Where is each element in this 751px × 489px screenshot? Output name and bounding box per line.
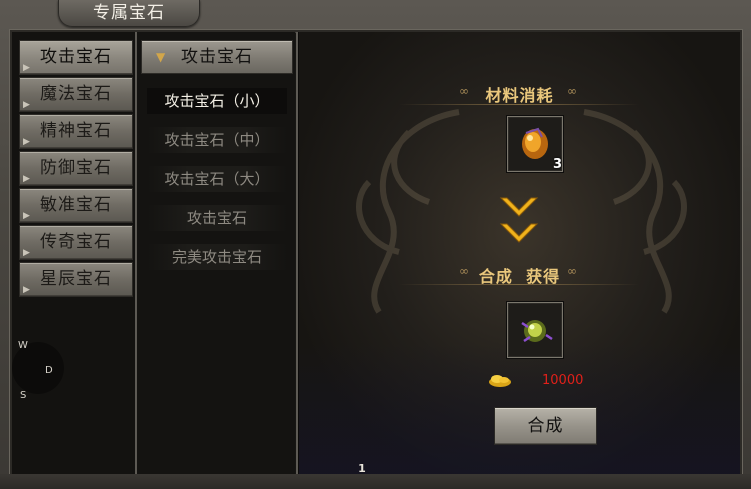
result-title: 合成 获得 bbox=[478, 267, 561, 286]
category-spirit-gem[interactable]: ▶ 精神宝石 bbox=[19, 114, 133, 149]
material-title: 材料消耗 bbox=[485, 86, 554, 105]
content-frame: ▶ 攻击宝石 ▶ 魔法宝石 ▶ 精神宝石 ▶ 防御宝石 ▶ 敏准宝石 ▶ 传奇宝… bbox=[10, 30, 742, 478]
gem-list-item[interactable]: 攻击宝石（小） bbox=[147, 88, 287, 114]
gem-list-column: ▼ 攻击宝石 攻击宝石（小） 攻击宝石（中） 攻击宝石（大） 攻击宝石 完美攻击… bbox=[137, 32, 295, 476]
gold-ingot-icon bbox=[489, 375, 511, 387]
craft-button[interactable]: 合成 bbox=[494, 407, 597, 445]
gem-list-item[interactable]: 攻击宝石（大） bbox=[147, 166, 287, 192]
compass-s: S bbox=[20, 390, 27, 401]
gem-list-item[interactable]: 攻击宝石 bbox=[147, 205, 287, 231]
category-label: 传奇宝石 bbox=[40, 232, 112, 252]
material-slot[interactable]: 3 bbox=[507, 116, 563, 172]
gem-list-header[interactable]: ▼ 攻击宝石 bbox=[141, 40, 293, 74]
category-label: 攻击宝石 bbox=[40, 47, 112, 67]
chevron-right-icon: ▶ bbox=[23, 285, 31, 295]
result-slot[interactable] bbox=[507, 302, 563, 358]
compass-w: W bbox=[18, 340, 28, 351]
green-gem-icon bbox=[521, 320, 553, 343]
compass-overlay: W D S bbox=[12, 332, 72, 412]
category-legend-gem[interactable]: ▶ 传奇宝石 bbox=[19, 225, 133, 260]
gem-list-header-label: 攻击宝石 bbox=[181, 47, 253, 67]
gem-list-item[interactable]: 完美攻击宝石 bbox=[147, 244, 287, 270]
window-bottom-edge bbox=[0, 474, 751, 489]
category-label: 精神宝石 bbox=[40, 121, 112, 141]
craft-cost-value: 10000 bbox=[542, 373, 584, 388]
gem-list-item[interactable]: 攻击宝石（中） bbox=[147, 127, 287, 153]
compass-d: D bbox=[45, 365, 53, 376]
craft-detail-panel: ∞ ∞ 材料消耗 3 ∞ ∞ 合成 获得 10000 合成 bbox=[299, 32, 740, 476]
category-attack-gem[interactable]: ▶ 攻击宝石 bbox=[19, 40, 133, 75]
expand-arrow-icon: ▼ bbox=[156, 50, 167, 64]
category-column: ▶ 攻击宝石 ▶ 魔法宝石 ▶ 精神宝石 ▶ 防御宝石 ▶ 敏准宝石 ▶ 传奇宝… bbox=[12, 32, 135, 476]
category-label: 敏准宝石 bbox=[40, 195, 112, 215]
gem-craft-window: 专属宝石 ▶ 攻击宝石 ▶ 魔法宝石 ▶ 精神宝石 ▶ 防御宝石 ▶ 敏准宝石 bbox=[0, 0, 751, 489]
window-title: 专属宝石 bbox=[58, 0, 200, 27]
category-label: 魔法宝石 bbox=[40, 84, 112, 104]
category-defense-gem[interactable]: ▶ 防御宝石 bbox=[19, 151, 133, 186]
category-label: 星辰宝石 bbox=[40, 269, 112, 289]
category-magic-gem[interactable]: ▶ 魔法宝石 bbox=[19, 77, 133, 112]
category-star-gem[interactable]: ▶ 星辰宝石 bbox=[19, 262, 133, 297]
page-number: 1 bbox=[358, 462, 366, 475]
material-count: 3 bbox=[553, 157, 563, 172]
arrow-down-icon bbox=[499, 223, 539, 243]
category-accuracy-gem[interactable]: ▶ 敏准宝石 bbox=[19, 188, 133, 223]
category-label: 防御宝石 bbox=[40, 158, 112, 178]
divider bbox=[296, 32, 298, 476]
